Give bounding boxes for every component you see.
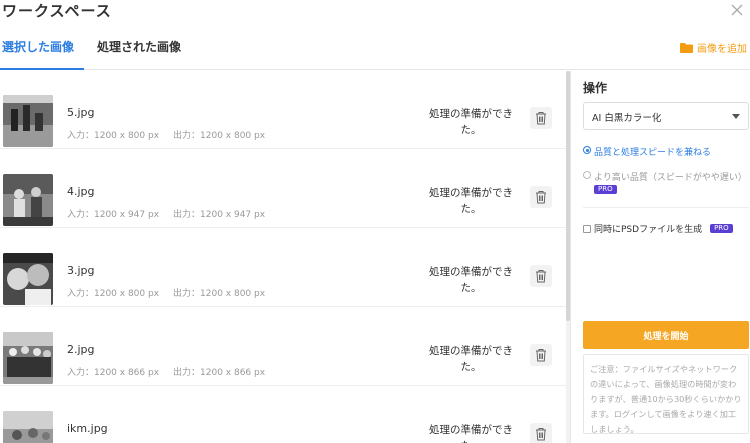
file-name: 5.jpg	[67, 106, 95, 119]
radio-balanced-label: 品質と処理スピードを兼ねる	[594, 148, 712, 158]
psd-label: 同時にPSDファイルを生成	[594, 225, 703, 235]
folder-icon	[680, 42, 693, 53]
delete-button[interactable]	[530, 265, 552, 287]
thumbnail-image	[3, 332, 53, 384]
file-dimensions: 入力：1200 x 800 px 出力：1200 x 800 px	[67, 289, 266, 299]
trash-icon	[536, 428, 546, 441]
notice-text: ご注意：ファイルサイズやネットワークの違いによって、画像処理の時間が変わりますが…	[583, 354, 749, 434]
file-dimensions: 入力：1200 x 947 px 出力：1200 x 947 px	[67, 210, 266, 220]
checkbox-icon	[583, 224, 591, 233]
file-name: 2.jpg	[67, 343, 95, 356]
delete-button[interactable]	[530, 344, 552, 366]
trash-icon	[536, 349, 546, 362]
tab-processed-images[interactable]: 処理された画像	[97, 38, 181, 55]
chevron-down-icon	[732, 114, 740, 119]
status-text: 処理の準備ができた。	[429, 187, 513, 215]
tab-selected-images[interactable]: 選択した画像	[2, 38, 74, 55]
file-dimensions: 入力：1200 x 800 px 出力：1200 x 800 px	[67, 131, 266, 141]
status-text: 処理の準備ができた。	[429, 424, 513, 443]
thumbnail-image	[3, 253, 53, 305]
trash-icon	[536, 112, 546, 125]
delete-button[interactable]	[530, 423, 552, 443]
list-item: 5.jpg 入力：1200 x 800 px 出力：1200 x 800 px 処…	[0, 71, 566, 149]
mode-select[interactable]: AI 白黒カラー化	[583, 102, 749, 130]
thumbnail-image	[3, 95, 53, 147]
pro-badge: PRO	[710, 224, 733, 233]
list-item: 4.jpg 入力：1200 x 947 px 出力：1200 x 947 px 処…	[0, 150, 566, 228]
close-icon[interactable]	[730, 2, 744, 16]
radio-high-quality[interactable]: より高い品質（スピードがやや遅い） PRO	[583, 170, 747, 194]
operations-panel: 操作 AI 白黒カラー化 品質と処理スピードを兼ねる より高い品質（スピードがや…	[570, 71, 750, 443]
panel-title: 操作	[583, 81, 608, 95]
active-tab-indicator	[0, 68, 84, 70]
file-name: 4.jpg	[67, 185, 95, 198]
delete-button[interactable]	[530, 186, 552, 208]
status-text: 処理の準備ができた。	[429, 266, 513, 294]
status-text: 処理の準備ができた。	[429, 345, 513, 373]
list-item: 2.jpg 入力：1200 x 866 px 出力：1200 x 866 px 処…	[0, 308, 566, 386]
delete-button[interactable]	[530, 107, 552, 129]
file-name: ikm.jpg	[67, 422, 108, 435]
trash-icon	[536, 270, 546, 283]
radio-balanced[interactable]: 品質と処理スピードを兼ねる	[583, 145, 711, 158]
add-images-button[interactable]: 画像を追加	[680, 40, 747, 55]
page-title: ワークスペース	[2, 2, 112, 20]
divider	[583, 207, 749, 208]
add-images-label: 画像を追加	[697, 44, 747, 55]
start-processing-button[interactable]: 処理を開始	[583, 321, 749, 349]
radio-selected-icon	[583, 146, 591, 154]
file-dimensions: 入力：1200 x 866 px 出力：1200 x 866 px	[67, 368, 266, 378]
radio-unselected-icon	[583, 171, 591, 179]
select-value: AI 白黒カラー化	[592, 113, 662, 124]
pro-badge: PRO	[594, 185, 617, 194]
status-text: 処理の準備ができた。	[429, 108, 513, 136]
thumbnail-image	[3, 174, 53, 226]
file-name: 3.jpg	[67, 264, 95, 277]
thumbnail-image	[3, 411, 53, 443]
list-item: 3.jpg 入力：1200 x 800 px 出力：1200 x 800 px 処…	[0, 229, 566, 307]
trash-icon	[536, 191, 546, 204]
psd-checkbox[interactable]: 同時にPSDファイルを生成 PRO	[583, 222, 733, 235]
radio-high-quality-label: より高い品質（スピードがやや遅い）	[594, 173, 747, 183]
file-list: 5.jpg 入力：1200 x 800 px 出力：1200 x 800 px 処…	[0, 71, 566, 443]
list-item: ikm.jpg 処理の準備ができた。	[0, 387, 566, 443]
tab-bar: 選択した画像 処理された画像 画像を追加	[0, 28, 750, 70]
